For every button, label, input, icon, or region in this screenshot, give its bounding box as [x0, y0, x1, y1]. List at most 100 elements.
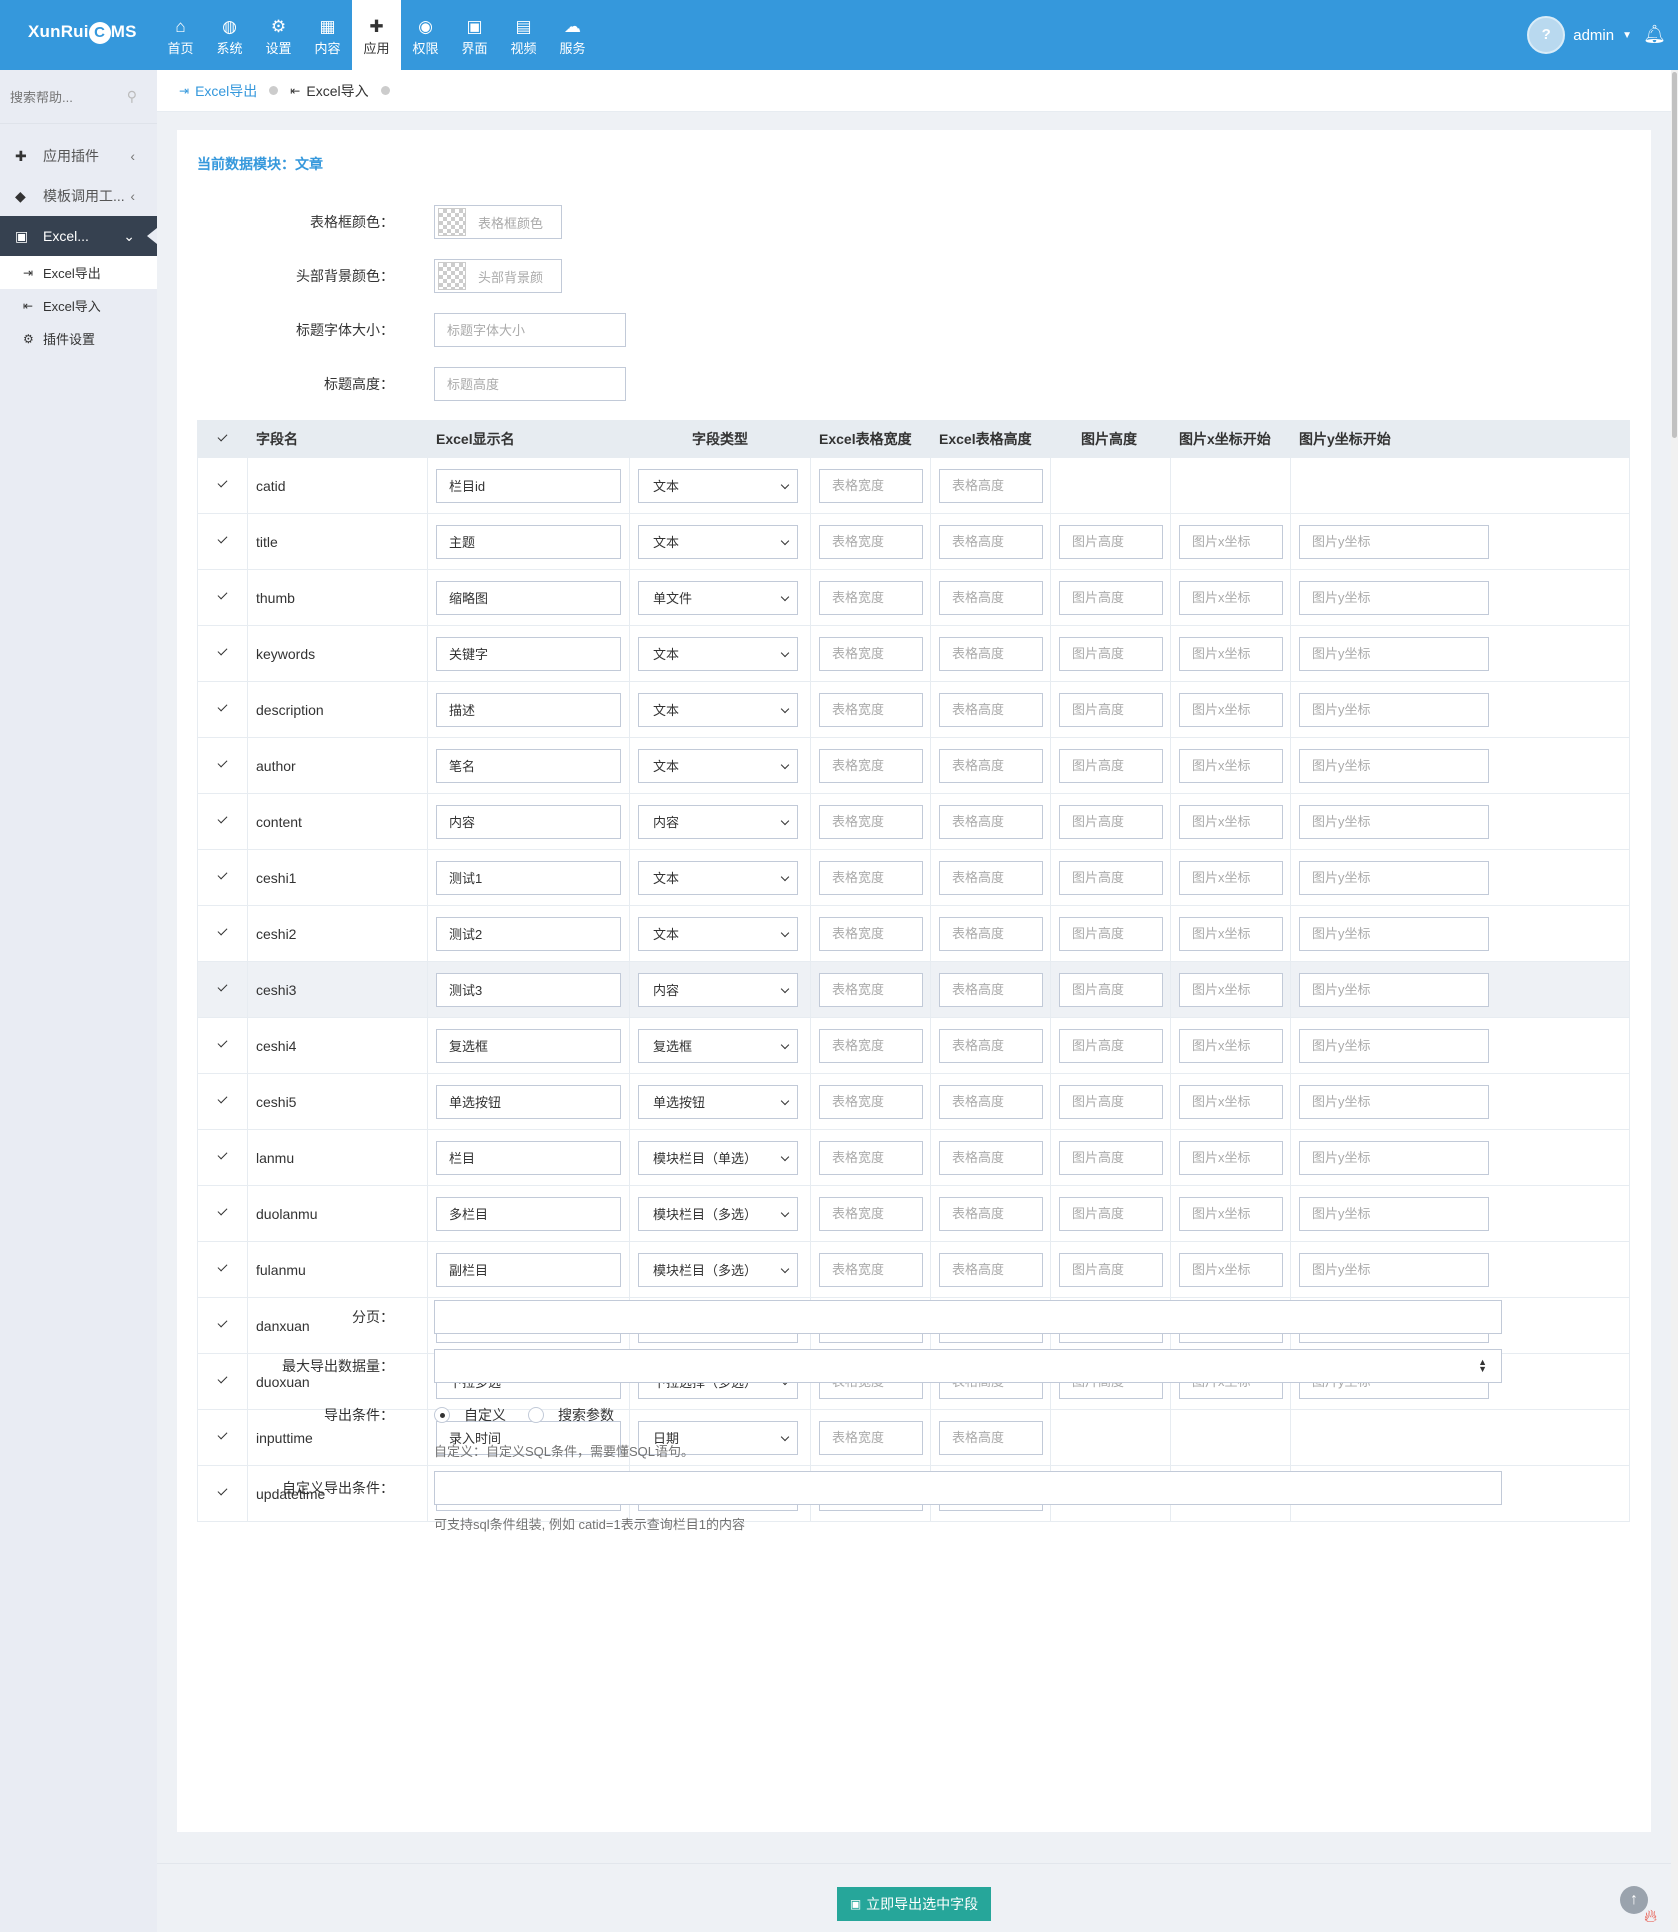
row-checkbox[interactable]	[215, 1260, 231, 1276]
row-select-cell[interactable]	[197, 513, 248, 570]
excel-height-input[interactable]	[939, 860, 1043, 895]
image-height-input[interactable]	[1059, 1028, 1163, 1063]
excel-height-input[interactable]	[939, 468, 1043, 503]
display-name-input[interactable]	[436, 972, 621, 1007]
field-type-select[interactable]: 文本	[638, 692, 798, 727]
image-y-input[interactable]	[1299, 524, 1489, 559]
excel-width-input[interactable]	[819, 860, 923, 895]
row-checkbox[interactable]	[215, 980, 231, 996]
excel-height-input[interactable]	[939, 1028, 1043, 1063]
sidebar-item-template-tools[interactable]: ◆ 模板调用工... ‹	[0, 176, 157, 216]
excel-height-input[interactable]	[939, 1084, 1043, 1119]
field-type-select[interactable]: 文本	[638, 468, 798, 503]
image-x-input[interactable]	[1179, 748, 1283, 783]
excel-height-input[interactable]	[939, 748, 1043, 783]
field-type-select[interactable]: 内容	[638, 804, 798, 839]
excel-width-input[interactable]	[819, 1028, 923, 1063]
field-type-select[interactable]: 模块栏目（单选）	[638, 1140, 798, 1175]
field-type-select[interactable]: 文本	[638, 748, 798, 783]
nav-item-puzzle[interactable]: ✚ 应用	[352, 0, 401, 70]
display-name-input[interactable]	[436, 580, 621, 615]
image-y-input[interactable]	[1299, 804, 1489, 839]
border-color-picker[interactable]: 表格框颜色	[434, 205, 562, 239]
row-checkbox[interactable]	[215, 812, 231, 828]
sidebar-item-excel[interactable]: ▣ Excel... ⌄	[0, 216, 157, 256]
row-select-cell[interactable]	[197, 1129, 248, 1186]
row-checkbox[interactable]	[215, 700, 231, 716]
display-name-input[interactable]	[436, 1084, 621, 1119]
row-checkbox[interactable]	[215, 868, 231, 884]
image-height-input[interactable]	[1059, 972, 1163, 1007]
image-y-input[interactable]	[1299, 580, 1489, 615]
image-y-input[interactable]	[1299, 916, 1489, 951]
field-type-select[interactable]: 文本	[638, 916, 798, 951]
bell-icon[interactable]: 🔔︎	[1643, 24, 1666, 45]
row-checkbox[interactable]	[215, 476, 231, 492]
nav-item-cloud[interactable]: ☁ 服务	[548, 0, 597, 70]
row-select-cell[interactable]	[197, 961, 248, 1018]
image-height-input[interactable]	[1059, 804, 1163, 839]
excel-width-input[interactable]	[819, 1084, 923, 1119]
nav-item-user-circle[interactable]: ◉ 权限	[401, 0, 450, 70]
title-size-input[interactable]	[434, 313, 626, 347]
radio-custom-circle[interactable]	[434, 1407, 450, 1423]
sidebar-subitem-excel-import[interactable]: ⇤ Excel导入	[0, 289, 157, 322]
field-type-select[interactable]: 文本	[638, 636, 798, 671]
search-icon[interactable]: ⚲	[127, 88, 137, 105]
field-type-select[interactable]: 复选框	[638, 1028, 798, 1063]
image-y-input[interactable]	[1299, 636, 1489, 671]
export-selected-button[interactable]: ▣ 立即导出选中字段	[837, 1887, 991, 1921]
field-type-select[interactable]: 模块栏目（多选）	[638, 1252, 798, 1287]
excel-height-input[interactable]	[939, 804, 1043, 839]
excel-height-input[interactable]	[939, 972, 1043, 1007]
image-y-input[interactable]	[1299, 748, 1489, 783]
excel-width-input[interactable]	[819, 1196, 923, 1231]
display-name-input[interactable]	[436, 916, 621, 951]
image-x-input[interactable]	[1179, 972, 1283, 1007]
row-checkbox[interactable]	[215, 1148, 231, 1164]
image-x-input[interactable]	[1179, 1252, 1283, 1287]
excel-height-input[interactable]	[939, 692, 1043, 727]
display-name-input[interactable]	[436, 636, 621, 671]
image-height-input[interactable]	[1059, 692, 1163, 727]
excel-width-input[interactable]	[819, 1252, 923, 1287]
nav-item-html5[interactable]: ▣ 界面	[450, 0, 499, 70]
row-select-cell[interactable]	[197, 1185, 248, 1242]
display-name-input[interactable]	[436, 804, 621, 839]
excel-width-input[interactable]	[819, 804, 923, 839]
excel-height-input[interactable]	[939, 1252, 1043, 1287]
breadcrumb-excel-export[interactable]: Excel导出	[195, 81, 257, 101]
row-select-cell[interactable]	[197, 905, 248, 962]
image-height-input[interactable]	[1059, 1084, 1163, 1119]
row-checkbox[interactable]	[215, 1204, 231, 1220]
image-height-input[interactable]	[1059, 1140, 1163, 1175]
image-x-input[interactable]	[1179, 860, 1283, 895]
image-x-input[interactable]	[1179, 1084, 1283, 1119]
image-y-input[interactable]	[1299, 1084, 1489, 1119]
scrollbar[interactable]	[1671, 70, 1678, 1932]
excel-width-input[interactable]	[819, 636, 923, 671]
logo[interactable]: XunRui C MS	[28, 22, 137, 44]
excel-width-input[interactable]	[819, 692, 923, 727]
image-y-input[interactable]	[1299, 972, 1489, 1007]
image-height-input[interactable]	[1059, 580, 1163, 615]
display-name-input[interactable]	[436, 1196, 621, 1231]
row-select-cell[interactable]	[197, 849, 248, 906]
image-x-input[interactable]	[1179, 1140, 1283, 1175]
excel-height-input[interactable]	[939, 580, 1043, 615]
row-select-cell[interactable]	[197, 1241, 248, 1298]
title-height-input[interactable]	[434, 367, 626, 401]
display-name-input[interactable]	[436, 860, 621, 895]
row-checkbox[interactable]	[215, 1036, 231, 1052]
image-height-input[interactable]	[1059, 524, 1163, 559]
sidebar-item-plugins[interactable]: ✚ 应用插件 ‹	[0, 136, 157, 176]
custom-condition-input[interactable]	[434, 1471, 1502, 1505]
color-swatch[interactable]	[438, 208, 466, 236]
image-height-input[interactable]	[1059, 636, 1163, 671]
image-height-input[interactable]	[1059, 916, 1163, 951]
excel-width-input[interactable]	[819, 916, 923, 951]
row-select-cell[interactable]	[197, 1017, 248, 1074]
image-height-input[interactable]	[1059, 1252, 1163, 1287]
display-name-input[interactable]	[436, 1140, 621, 1175]
sidebar-subitem-plugin-settings[interactable]: ⚙ 插件设置	[0, 322, 157, 355]
